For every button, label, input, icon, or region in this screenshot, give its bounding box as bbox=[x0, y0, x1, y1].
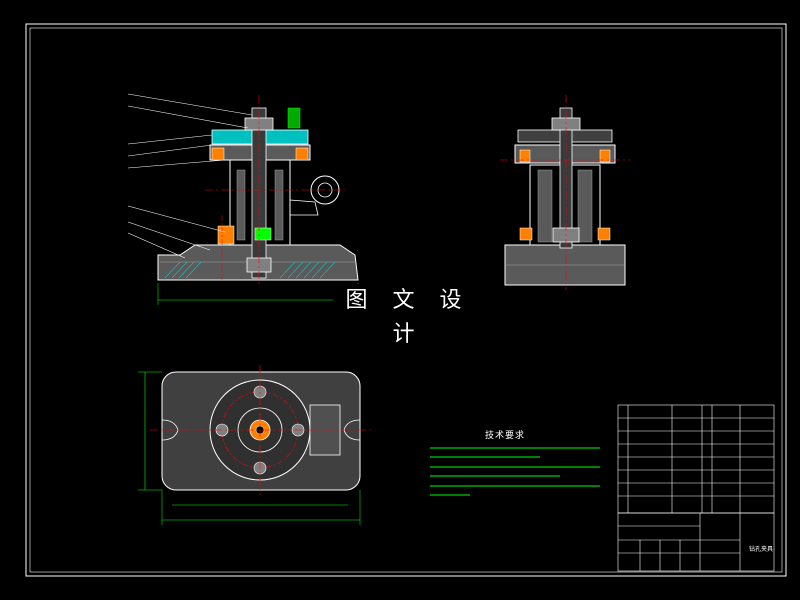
top-view bbox=[138, 365, 372, 525]
front-section-view bbox=[127, 93, 359, 305]
tech-requirements-lines bbox=[430, 447, 600, 496]
drawing-name: 钻孔夹具 bbox=[749, 546, 774, 553]
title-block bbox=[617, 512, 775, 572]
watermark-text: 图 文 设 计 bbox=[333, 284, 483, 347]
tech-requirements-title: 技术要求 bbox=[485, 431, 526, 441]
bom-table bbox=[617, 404, 775, 514]
side-section-view bbox=[500, 95, 630, 290]
